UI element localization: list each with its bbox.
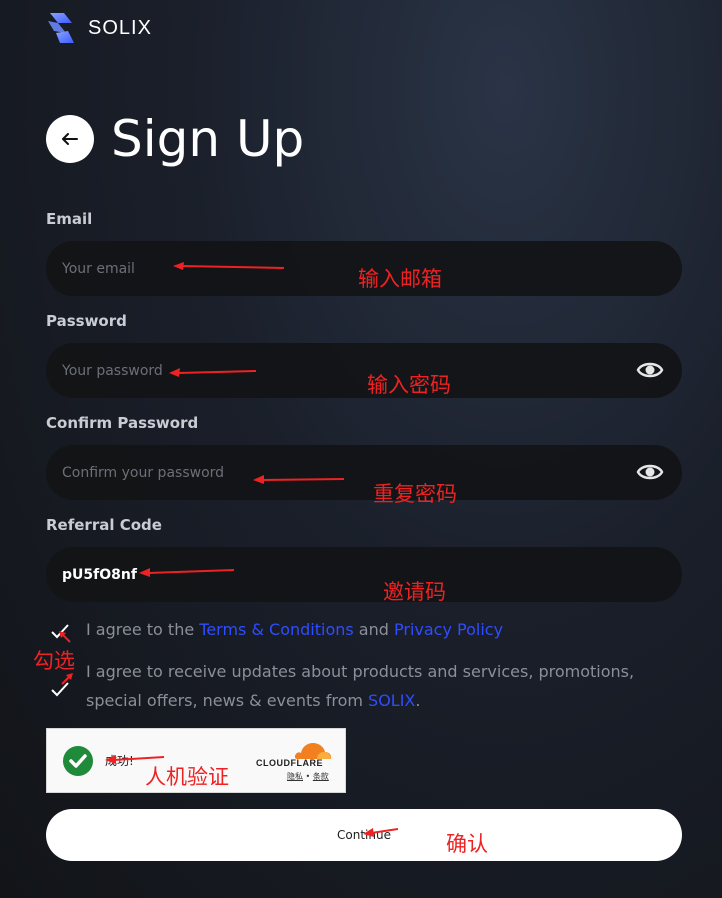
terms-agreement-row: I agree to the Terms & Conditions and Pr… (46, 615, 686, 644)
privacy-policy-link[interactable]: Privacy Policy (394, 620, 503, 639)
confirm-annotation-arrow-icon (253, 475, 344, 484)
page-header: Sign Up (46, 114, 304, 164)
captcha-link-separator: • (303, 772, 313, 781)
show-password-eye-icon[interactable] (636, 359, 664, 381)
solix-link[interactable]: SOLIX (368, 691, 415, 710)
terms-middle: and (353, 620, 394, 639)
confirm-password-input[interactable] (62, 445, 582, 500)
captcha-success-icon (63, 746, 93, 776)
cloudflare-links: 隐私 • 条款 (287, 771, 329, 782)
updates-agreement-text: I agree to receive updates about product… (86, 657, 686, 715)
checkbox-annotation-arrow-2-icon (61, 673, 73, 685)
password-input[interactable] (62, 343, 582, 398)
password-annotation-arrow-icon (169, 368, 256, 377)
referral-annotation-arrow-icon (139, 568, 234, 577)
updates-agreement-row: I agree to receive updates about product… (46, 657, 686, 715)
terms-conditions-link[interactable]: Terms & Conditions (199, 620, 353, 639)
updates-text: I agree to receive updates about product… (86, 662, 635, 710)
referral-code-label: Referral Code (46, 516, 162, 534)
confirm-password-field (46, 445, 682, 500)
brand[interactable]: SOLIX (46, 11, 152, 45)
password-annotation: 输入密码 (367, 373, 451, 397)
password-label: Password (46, 312, 127, 330)
referral-annotation: 邀请码 (383, 580, 446, 604)
brand-name: SOLIX (88, 16, 152, 39)
captcha-annotation: 人机验证 (145, 765, 229, 789)
terms-prefix: I agree to the (86, 620, 200, 639)
captcha-terms-link[interactable]: 条款 (313, 772, 329, 781)
cloudflare-name: CLOUDFLARE (256, 758, 323, 768)
back-button[interactable] (46, 115, 94, 163)
email-annotation: 输入邮箱 (358, 267, 442, 291)
show-confirm-password-eye-icon[interactable] (636, 461, 664, 483)
solix-logo-icon (48, 13, 74, 43)
confirm-annotation: 重复密码 (373, 482, 457, 506)
page-title: Sign Up (111, 110, 305, 168)
submit-annotation: 确认 (446, 832, 488, 856)
email-annotation-arrow-icon (173, 262, 284, 270)
email-input[interactable] (62, 241, 582, 296)
email-label: Email (46, 210, 93, 228)
checkbox-annotation-arrow-icon (59, 631, 71, 643)
arrow-left-icon (62, 133, 78, 145)
checkbox-annotation: 勾选 (33, 649, 75, 673)
signup-page: SOLIX Sign Up Email 输入邮箱 Password 输入密码 C… (0, 0, 722, 898)
password-field (46, 343, 682, 398)
submit-annotation-arrow-icon (363, 828, 398, 837)
updates-suffix: . (415, 691, 421, 710)
captcha-privacy-link[interactable]: 隐私 (287, 772, 303, 781)
terms-agreement-text: I agree to the Terms & Conditions and Pr… (86, 615, 503, 644)
confirm-password-label: Confirm Password (46, 414, 199, 432)
